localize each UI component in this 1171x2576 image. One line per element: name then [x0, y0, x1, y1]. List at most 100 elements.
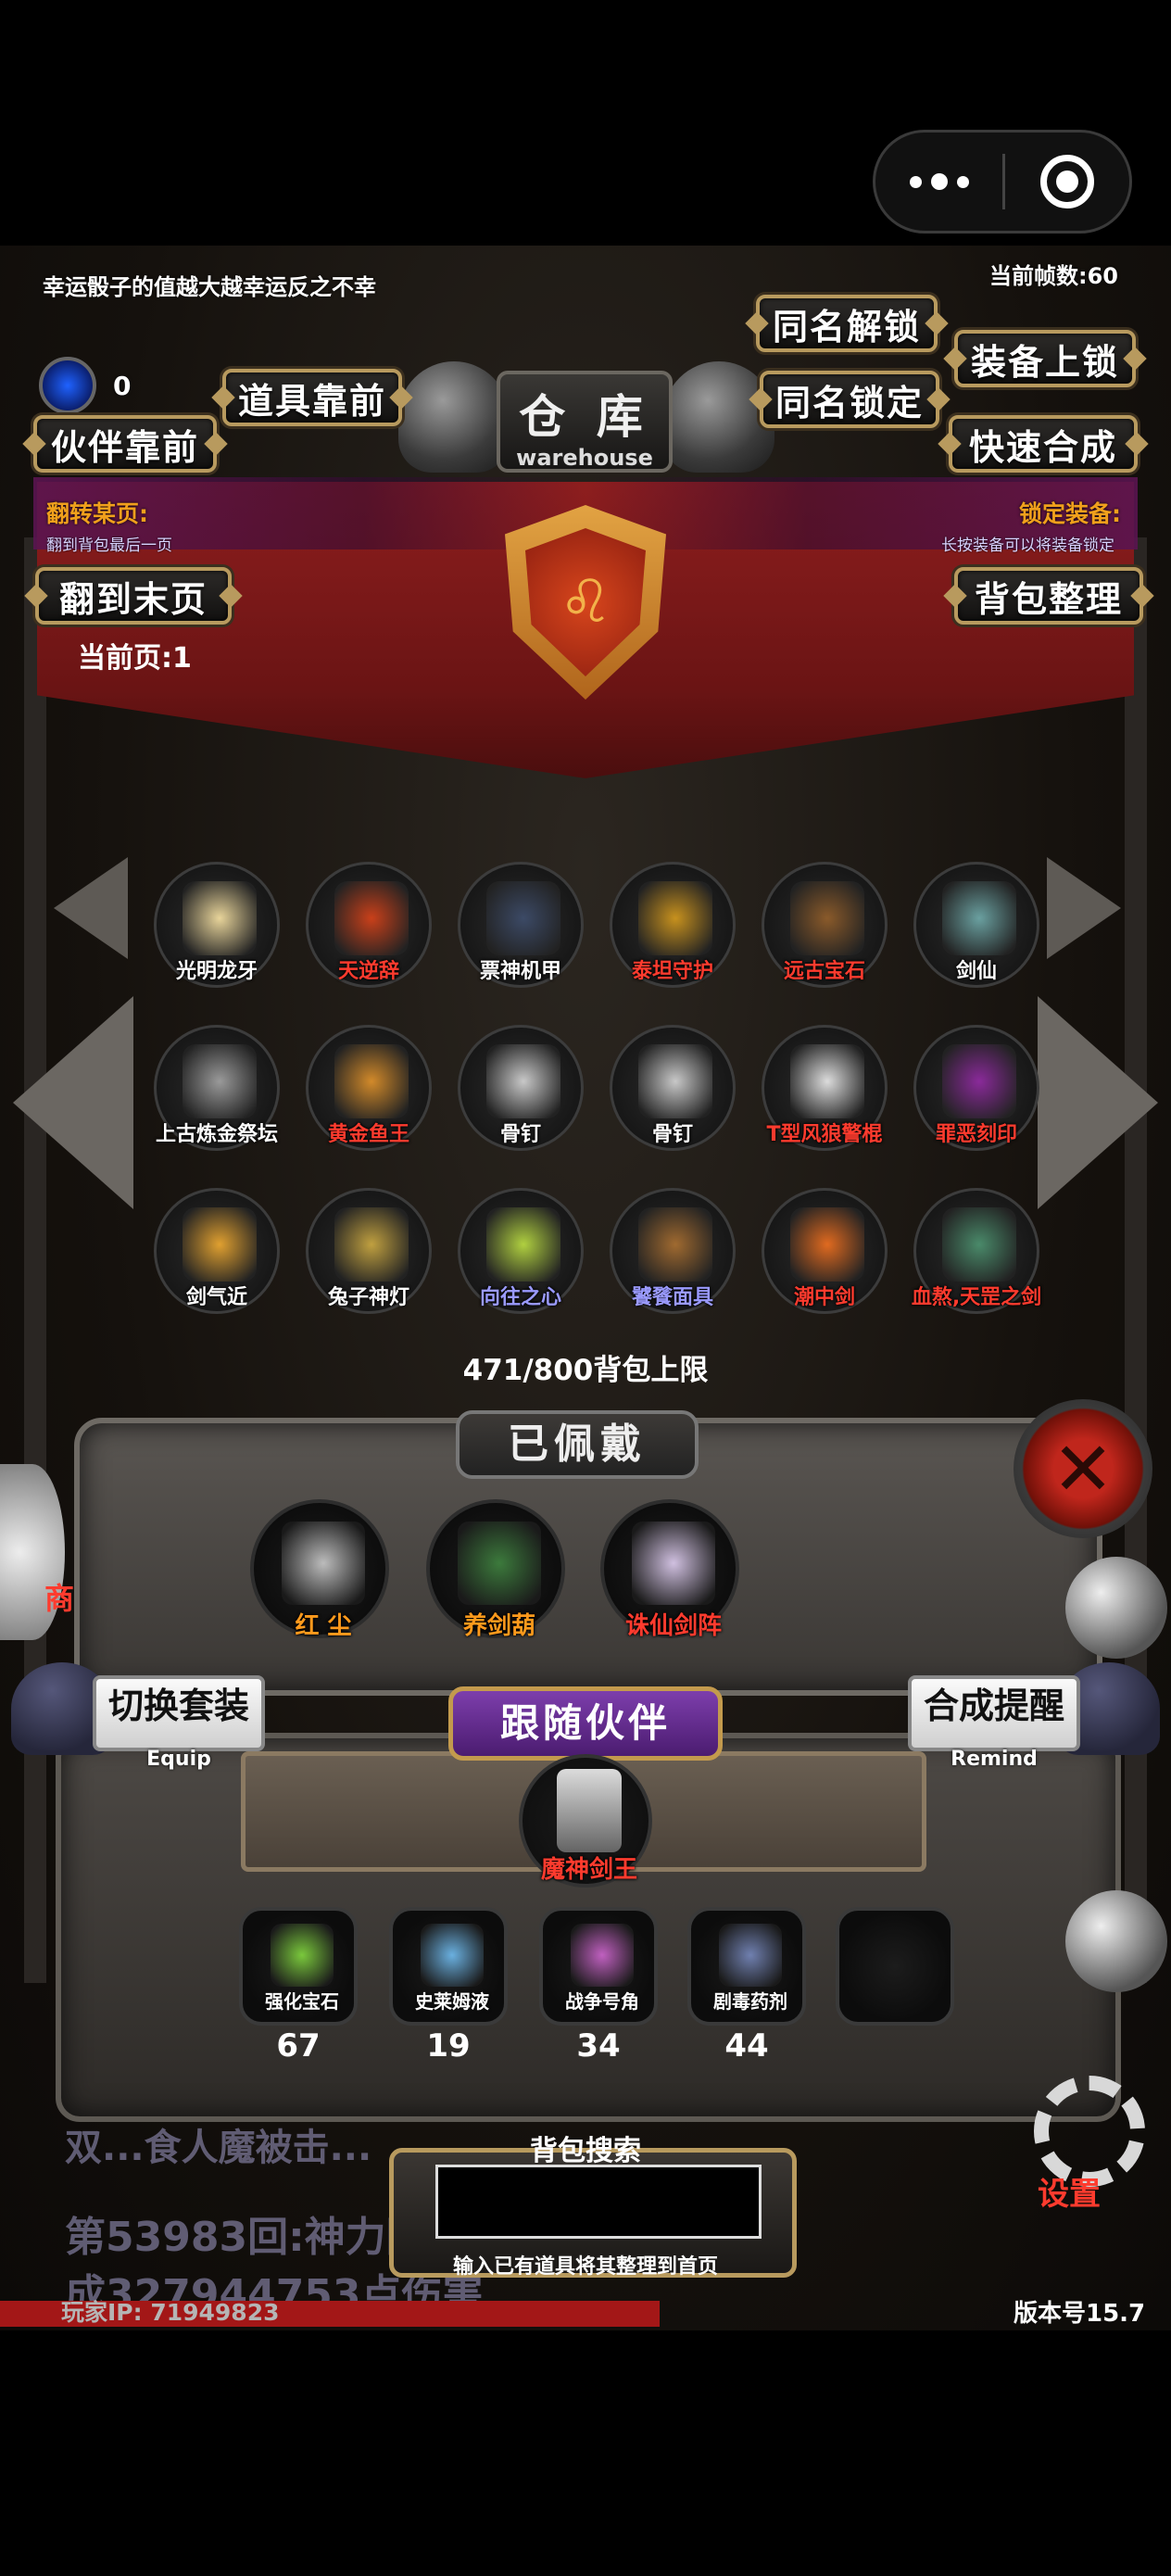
item-icon	[486, 1044, 560, 1118]
consumable-icon	[421, 1924, 484, 1987]
inventory-slot[interactable]: 黄金鱼王	[306, 1025, 432, 1151]
inventory-slot[interactable]: 潮中剑	[762, 1188, 888, 1314]
partner-name: 魔神剑王	[540, 1856, 637, 1884]
empty-consumable-slot[interactable]	[836, 1907, 954, 2026]
consumable-name: 强化宝石	[265, 1990, 339, 2013]
bag-capacity: 471/800背包上限	[462, 1354, 709, 1387]
same-name-unlock-button[interactable]: 同名解锁	[756, 295, 938, 352]
flip-to-last-page-button[interactable]: 翻到末页	[35, 567, 232, 625]
consumable-count: 44	[724, 2027, 769, 2065]
miniprogram-capsule	[873, 130, 1132, 234]
inventory-slot[interactable]: 骨钉	[458, 1025, 584, 1151]
player-ip: 玩家IP: 71949823	[61, 2299, 280, 2326]
partner-slot[interactable]: 魔神剑王	[519, 1754, 652, 1888]
lock-equip-hint: 长按装备可以将装备锁定	[941, 537, 1114, 555]
bottom-area	[0, 2330, 1171, 2576]
item-icon	[638, 1044, 712, 1118]
item-icon	[638, 881, 712, 955]
item-icon	[183, 1044, 257, 1118]
inventory-slot[interactable]: 上古炼金祭坛	[154, 1025, 280, 1151]
current-page: 当前页:1	[78, 642, 192, 675]
partner-knight-icon	[557, 1769, 622, 1852]
item-icon	[638, 1207, 712, 1282]
consumable-slot[interactable]: 剧毒药剂	[687, 1907, 806, 2026]
consumable-slot[interactable]: 史莱姆液	[389, 1907, 508, 2026]
version: 版本号15.7	[1014, 2300, 1146, 2328]
consumable-count: 67	[276, 2027, 321, 2065]
inventory-slot[interactable]: 饕餮面具	[610, 1188, 736, 1314]
item-icon	[183, 1207, 257, 1282]
consumable-icon	[271, 1924, 334, 1987]
inventory-slot[interactable]: 罪恶刻印	[913, 1025, 1039, 1151]
item-name: 罪恶刻印	[935, 1123, 1017, 1146]
search-input[interactable]	[435, 2165, 762, 2239]
equipped-slot[interactable]: 诛仙剑阵	[600, 1499, 739, 1640]
inventory-slot[interactable]: T型风狼警棍	[762, 1025, 888, 1151]
fps-counter: 当前帧数:60	[989, 263, 1118, 289]
item-icon	[790, 1207, 864, 1282]
prev-page-arrow-icon[interactable]	[13, 996, 133, 1209]
consumable-name: 战争号角	[565, 1990, 639, 2013]
title-zh: 仓 库	[519, 390, 650, 444]
inventory-slot[interactable]: 泰坦守护	[610, 862, 736, 988]
equipped-item-icon	[282, 1522, 365, 1605]
equipped-slot[interactable]: 红 尘	[250, 1499, 389, 1640]
item-name: 剑仙	[955, 960, 997, 983]
partner-front-button[interactable]: 伙伴靠前	[33, 415, 217, 473]
dice-icon[interactable]	[1065, 1557, 1167, 1659]
lock-equip-title: 锁定装备:	[1019, 500, 1121, 527]
helmet-left-icon	[398, 361, 510, 473]
inventory-slot[interactable]: 光明龙牙	[154, 862, 280, 988]
equipped-title: 已佩戴	[456, 1410, 699, 1479]
side-orb-icon[interactable]	[1065, 1890, 1167, 1992]
luck-tip: 幸运骰子的值越大越幸运反之不幸	[43, 274, 376, 300]
inventory-slot[interactable]: 剑仙	[913, 862, 1039, 988]
prev-page-small-arrow-icon[interactable]	[54, 857, 128, 959]
inventory-slot[interactable]: 剑气近	[154, 1188, 280, 1314]
close-miniprogram-icon[interactable]	[1005, 133, 1129, 231]
merge-remind-button[interactable]: 合成提醒 Remind	[908, 1675, 1080, 1771]
item-front-button[interactable]: 道具靠前	[222, 369, 402, 426]
more-menu-icon[interactable]	[875, 133, 1002, 231]
next-page-small-arrow-icon[interactable]	[1047, 857, 1121, 959]
item-name: 血熬,天罡之剑	[911, 1286, 1042, 1309]
helmet-right-icon	[663, 361, 774, 473]
shop-side-label: 商	[44, 1581, 75, 1616]
close-button[interactable]: ✕	[1014, 1399, 1152, 1538]
consumable-count: 34	[576, 2027, 621, 2065]
item-icon	[486, 881, 560, 955]
settings-label: 设置	[1038, 2176, 1101, 2213]
item-icon	[790, 881, 864, 955]
consumable-slot[interactable]: 强化宝石	[239, 1907, 358, 2026]
next-page-arrow-icon[interactable]	[1038, 996, 1158, 1209]
switch-suit-label: 切换套装	[107, 1686, 249, 1726]
inventory-slot[interactable]: 远古宝石	[762, 862, 888, 988]
inventory-slot[interactable]: 兔子神灯	[306, 1188, 432, 1314]
switch-suit-button[interactable]: 切换套装 Equip	[93, 1675, 265, 1771]
equipped-item-name: 养剑葫	[462, 1612, 535, 1640]
bag-sort-button[interactable]: 背包整理	[954, 567, 1143, 625]
inventory-slot[interactable]: 向往之心	[458, 1188, 584, 1314]
inventory-slot[interactable]: 天逆辞	[306, 862, 432, 988]
search-hint: 输入已有道具将其整理到首页	[452, 2255, 718, 2279]
gem-icon	[39, 357, 96, 414]
item-icon	[486, 1207, 560, 1282]
consumable-slot[interactable]: 战争号角	[539, 1907, 658, 2026]
quick-merge-button[interactable]: 快速合成	[949, 415, 1138, 473]
merge-remind-label: 合成提醒	[923, 1686, 1064, 1726]
equipped-slot[interactable]: 养剑葫	[426, 1499, 565, 1640]
item-icon	[942, 1207, 1016, 1282]
inventory-slot[interactable]: 骨钉	[610, 1025, 736, 1151]
item-icon	[334, 881, 409, 955]
item-icon	[790, 1044, 864, 1118]
inventory-slot[interactable]: 血熬,天罡之剑	[912, 1188, 1041, 1314]
consumable-icon	[571, 1924, 634, 1987]
equipped-item-name: 诛仙剑阵	[624, 1612, 722, 1640]
same-name-lock-button[interactable]: 同名锁定	[760, 371, 939, 428]
game-screen: 幸运骰子的值越大越幸运反之不幸 当前帧数:60 0 ♌ 仓 库 warehous…	[0, 0, 1171, 2576]
search-title: 背包搜索	[530, 2135, 641, 2167]
equip-lock-button[interactable]: 装备上锁	[954, 330, 1136, 387]
equipped-item-name: 红 尘	[295, 1612, 352, 1640]
consumable-count: 19	[426, 2027, 471, 2065]
inventory-slot[interactable]: 票神机甲	[458, 862, 584, 988]
